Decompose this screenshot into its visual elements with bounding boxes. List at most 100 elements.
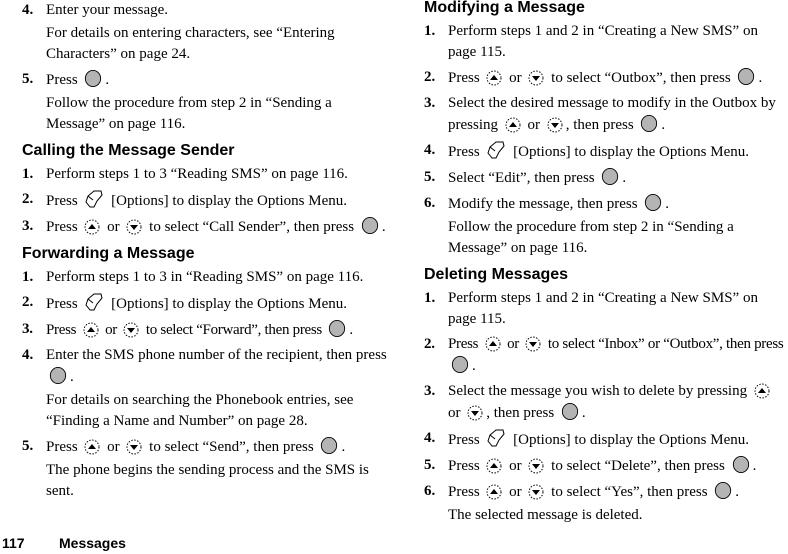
step-note: The selected message is deleted.: [448, 507, 643, 523]
step-number: 3.: [22, 218, 34, 234]
step-number: 2.: [424, 336, 435, 352]
step-text: to select “Yes”, then press: [551, 484, 708, 500]
center-key-icon: [561, 402, 579, 421]
step-number: 5.: [424, 169, 436, 185]
step-text: Press: [448, 70, 480, 86]
step-text: Press: [46, 296, 78, 312]
center-key-icon: [49, 366, 67, 385]
punctuation: .: [752, 458, 757, 474]
center-key-icon: [732, 455, 750, 474]
step-text: or: [509, 458, 522, 474]
step: 4. Press [Options] to display the Option…: [424, 140, 788, 163]
step-text: or: [448, 405, 461, 421]
center-key-icon: [644, 193, 662, 212]
step-text: Press: [46, 193, 78, 209]
section-heading-modifying: Modifying a Message: [424, 0, 585, 16]
step-number: 3.: [424, 95, 436, 111]
step-number: 2.: [22, 191, 34, 207]
step-text: [Options] to display the Options Menu.: [111, 296, 347, 312]
punctuation: .: [661, 117, 666, 133]
punctuation: .: [70, 369, 74, 385]
step: 2. Press or to select “Outbox”, then pre…: [424, 67, 788, 89]
punctuation: .: [105, 72, 110, 88]
down-arrow-key-icon: [528, 458, 544, 474]
punctuation: .: [472, 358, 476, 374]
options-softkey-icon: [486, 140, 506, 160]
punctuation: .: [341, 439, 346, 455]
down-arrow-key-icon: [126, 439, 142, 455]
step-note: Follow the procedure from step 2 in “Sen…: [448, 219, 734, 256]
step-text: , then press: [486, 405, 555, 421]
options-softkey-icon: [84, 189, 104, 209]
step-number: 4.: [22, 2, 34, 18]
step-text: , then press: [565, 117, 634, 133]
step-text: or: [509, 70, 522, 86]
center-key-icon: [328, 319, 346, 338]
step-text: [Options] to display the Options Menu.: [513, 144, 749, 160]
step: 3. Press or to select “Forward”, then pr…: [22, 319, 392, 341]
up-arrow-key-icon: [83, 322, 99, 338]
step-text: or: [527, 117, 541, 133]
up-arrow-key-icon: [486, 458, 502, 474]
step-text: Press: [46, 322, 77, 338]
step: 3. Press or to select “Call Sender”, the…: [22, 216, 392, 238]
step-text: Enter the SMS phone number of the recipi…: [46, 347, 387, 363]
step-text: [Options] to display the Options Menu.: [513, 432, 749, 448]
right-column: Modifying a Message 1. Perform steps 1 a…: [424, 0, 788, 530]
step-number: 5.: [424, 457, 436, 473]
punctuation: .: [581, 405, 586, 421]
step-number: 3.: [22, 321, 33, 337]
center-key-icon: [320, 436, 338, 455]
step: 5. Press or to select “Delete”, then pre…: [424, 455, 788, 477]
step-text: or: [107, 439, 120, 455]
step-text: Perform steps 1 and 2 in “Creating a New…: [448, 23, 758, 60]
step-text: or: [507, 336, 519, 352]
step-press-center: 5. Press .: [22, 69, 392, 91]
left-column: 4. Enter your message. For details on en…: [22, 0, 392, 506]
step-text: Press: [448, 336, 479, 352]
step-text: Select “Edit”, then press: [448, 170, 595, 186]
step: 6. Modify the message, then press .: [424, 193, 788, 215]
step-note: The phone begins the sending process and…: [46, 462, 369, 499]
up-arrow-key-icon: [754, 383, 770, 399]
punctuation: .: [622, 170, 627, 186]
step: 4. Press [Options] to display the Option…: [424, 428, 788, 451]
step-number: 2.: [22, 294, 34, 310]
step: 1. Perform steps 1 and 2 in “Creating a …: [424, 21, 788, 63]
section-heading-forwarding: Forwarding a Message: [22, 245, 195, 262]
center-key-icon: [451, 355, 469, 374]
step: 1. Perform steps 1 to 3 “Reading SMS” on…: [22, 164, 392, 185]
step-text: Press: [448, 432, 480, 448]
step-text: Modify the message, then press: [448, 196, 638, 212]
down-arrow-key-icon: [525, 336, 541, 352]
step: 1. Perform steps 1 and 2 in “Creating a …: [424, 288, 788, 330]
step-text: Select the message you wish to delete by…: [448, 383, 748, 399]
step-text: or: [105, 322, 117, 338]
options-softkey-icon: [84, 292, 104, 312]
center-key-icon: [601, 167, 619, 186]
step: 4. Enter the SMS phone number of the rec…: [22, 345, 392, 388]
step-number: 2.: [424, 69, 436, 85]
step: 2. Press [Options] to display the Option…: [22, 292, 392, 315]
step: 5. Select “Edit”, then press .: [424, 167, 788, 189]
punctuation: .: [349, 322, 353, 338]
section-heading-calling: Calling the Message Sender: [22, 142, 235, 159]
step-text: to select “Forward”, then press: [145, 322, 322, 338]
step: 5. Press or to select “Send”, then press…: [22, 436, 392, 458]
step-text: Press: [46, 219, 78, 235]
step-text: or: [107, 219, 120, 235]
step-note: For details on searching the Phonebook e…: [46, 392, 354, 429]
step-text: [Options] to display the Options Menu.: [111, 193, 347, 209]
step-text: Enter your message.: [46, 2, 169, 18]
center-key-icon: [737, 67, 755, 86]
center-key-icon: [714, 481, 732, 500]
step-note: For details on entering characters, see …: [46, 25, 335, 62]
step: 6. Press or to select “Yes”, then press …: [424, 481, 788, 503]
step-text: Press: [46, 439, 78, 455]
punctuation: .: [758, 70, 763, 86]
step-number: 1.: [22, 269, 34, 285]
step-number: 1.: [22, 166, 34, 182]
up-arrow-key-icon: [486, 484, 502, 500]
punctuation: .: [665, 196, 670, 212]
up-arrow-key-icon: [84, 219, 100, 235]
